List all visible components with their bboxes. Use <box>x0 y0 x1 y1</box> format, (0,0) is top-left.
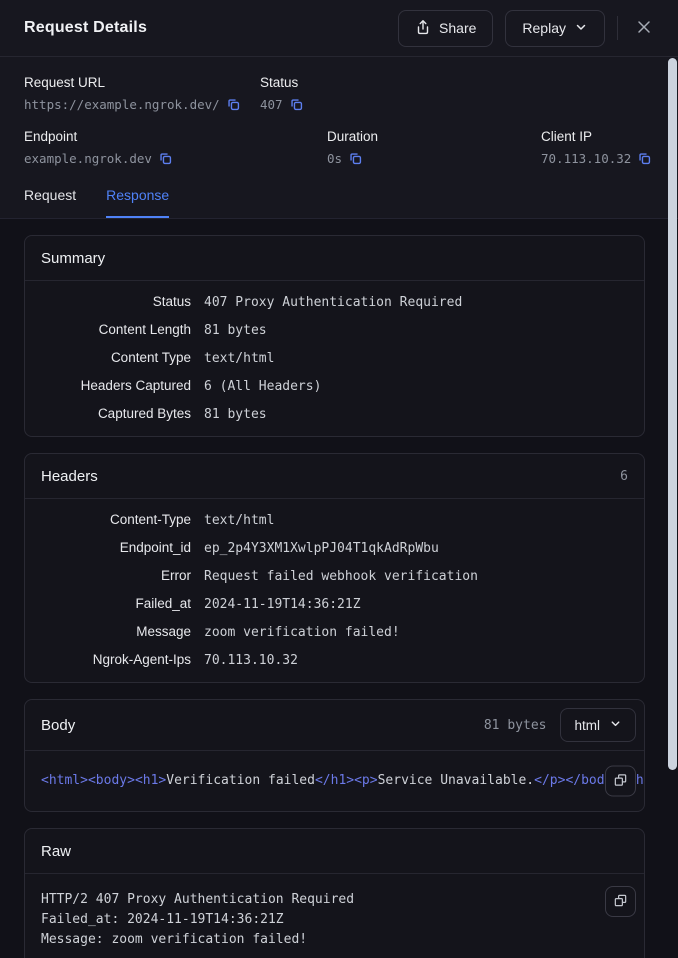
summary-card-header: Summary <box>25 236 644 281</box>
raw-content: HTTP/2 407 Proxy Authentication Required… <box>25 874 644 958</box>
header-divider <box>617 16 618 40</box>
raw-copy-button[interactable] <box>605 886 636 917</box>
summary-title: Summary <box>41 250 105 267</box>
endpoint-value: example.ngrok.dev <box>24 151 152 166</box>
body-format-select[interactable]: html <box>560 708 636 742</box>
row-value: 81 bytes <box>204 407 628 422</box>
table-row: Content-Type text/html <box>25 506 644 534</box>
copy-icon <box>613 772 628 790</box>
copy-icon[interactable] <box>638 152 651 165</box>
table-row: Content Type text/html <box>25 344 644 372</box>
status-label: Status <box>260 75 654 90</box>
headers-count-badge: 6 <box>620 469 628 484</box>
row-value: 6 (All Headers) <box>204 379 628 394</box>
chevron-down-icon <box>574 20 588 37</box>
table-row: Failed_at 2024-11-19T14:36:21Z <box>25 590 644 618</box>
response-panel: Summary Status 407 Proxy Authentication … <box>0 219 678 958</box>
row-label: Captured Bytes <box>41 406 191 421</box>
row-value: 407 Proxy Authentication Required <box>204 295 628 310</box>
headers-title: Headers <box>41 468 98 485</box>
header-actions: Share Replay <box>398 10 658 47</box>
headers-card: Headers 6 Content-Type text/html Endpoin… <box>24 453 645 683</box>
row-label: Status <box>41 294 191 309</box>
client-ip-label: Client IP <box>541 129 654 144</box>
body-card: Body 81 bytes html <html><body><h1>Verif… <box>24 699 645 812</box>
request-url-label: Request URL <box>24 75 260 90</box>
table-row: Content Length 81 bytes <box>25 316 644 344</box>
copy-icon[interactable] <box>159 152 172 165</box>
table-row: Error Request failed webhook verificatio… <box>25 562 644 590</box>
duration-value: 0s <box>327 151 342 166</box>
table-row: Message zoom verification failed! <box>25 618 644 646</box>
close-button[interactable] <box>630 13 658 44</box>
row-value: ep_2p4Y3XM1XwlpPJ04T1qkAdRpWbu <box>204 541 628 556</box>
field-client-ip: Client IP 70.113.10.32 <box>541 129 654 166</box>
row-value: 81 bytes <box>204 323 628 338</box>
row-label: Message <box>41 624 191 639</box>
row-label: Endpoint_id <box>41 540 191 555</box>
share-icon <box>415 19 431 38</box>
raw-card: Raw HTTP/2 407 Proxy Authentication Requ… <box>24 828 645 958</box>
row-label: Ngrok-Agent-Ips <box>41 652 191 667</box>
body-card-header: Body 81 bytes html <box>25 700 644 751</box>
table-row: Endpoint_id ep_2p4Y3XM1XwlpPJ04T1qkAdRpW… <box>25 534 644 562</box>
client-ip-value: 70.113.10.32 <box>541 151 631 166</box>
row-value: 70.113.10.32 <box>204 653 628 668</box>
copy-icon <box>613 893 628 911</box>
share-button-label: Share <box>439 20 476 36</box>
field-request-url: Request URL https://example.ngrok.dev/ <box>24 75 260 112</box>
request-info-section: Request URL https://example.ngrok.dev/ S… <box>0 57 678 219</box>
row-value: Request failed webhook verification <box>204 569 628 584</box>
row-value: zoom verification failed! <box>204 625 628 640</box>
share-button[interactable]: Share <box>398 10 493 47</box>
table-row: Captured Bytes 81 bytes <box>25 400 644 428</box>
body-content: <html><body><h1>Verification failed</h1>… <box>25 751 644 811</box>
modal-header: Request Details Share Replay <box>0 0 678 57</box>
copy-icon[interactable] <box>290 98 303 111</box>
headers-rows: Content-Type text/html Endpoint_id ep_2p… <box>25 499 644 682</box>
row-value: 2024-11-19T14:36:21Z <box>204 597 628 612</box>
table-row: Status 407 Proxy Authentication Required <box>25 288 644 316</box>
row-label: Content Type <box>41 350 191 365</box>
endpoint-label: Endpoint <box>24 129 327 144</box>
row-label: Content Length <box>41 322 191 337</box>
raw-card-header: Raw <box>25 829 644 874</box>
body-format-value: html <box>574 718 600 733</box>
tab-bar: Request Response <box>24 187 654 218</box>
summary-card: Summary Status 407 Proxy Authentication … <box>24 235 645 437</box>
replay-button-label: Replay <box>522 20 566 36</box>
raw-title: Raw <box>41 843 71 860</box>
copy-icon[interactable] <box>349 152 362 165</box>
tab-response[interactable]: Response <box>106 187 169 218</box>
field-duration: Duration 0s <box>327 129 541 166</box>
vertical-scrollbar[interactable] <box>668 58 677 770</box>
body-title: Body <box>41 717 75 734</box>
row-label: Headers Captured <box>41 378 191 393</box>
page-title: Request Details <box>24 19 147 37</box>
field-status: Status 407 <box>260 75 654 112</box>
body-copy-button[interactable] <box>605 766 636 797</box>
duration-label: Duration <box>327 129 541 144</box>
summary-rows: Status 407 Proxy Authentication Required… <box>25 281 644 436</box>
status-value: 407 <box>260 97 283 112</box>
row-value: text/html <box>204 513 628 528</box>
row-label: Failed_at <box>41 596 191 611</box>
raw-text: HTTP/2 407 Proxy Authentication Required… <box>25 874 644 958</box>
copy-icon[interactable] <box>227 98 240 111</box>
body-size: 81 bytes <box>484 718 547 733</box>
row-label: Error <box>41 568 191 583</box>
headers-card-header: Headers 6 <box>25 454 644 499</box>
close-icon <box>636 19 652 38</box>
table-row: Ngrok-Agent-Ips 70.113.10.32 <box>25 646 644 674</box>
row-value: text/html <box>204 351 628 366</box>
request-url-value: https://example.ngrok.dev/ <box>24 97 220 112</box>
tab-request[interactable]: Request <box>24 187 76 218</box>
field-endpoint: Endpoint example.ngrok.dev <box>24 129 327 166</box>
replay-button[interactable]: Replay <box>505 10 605 47</box>
chevron-down-icon <box>609 717 622 733</box>
row-label: Content-Type <box>41 512 191 527</box>
table-row: Headers Captured 6 (All Headers) <box>25 372 644 400</box>
body-code: <html><body><h1>Verification failed</h1>… <box>25 751 644 811</box>
